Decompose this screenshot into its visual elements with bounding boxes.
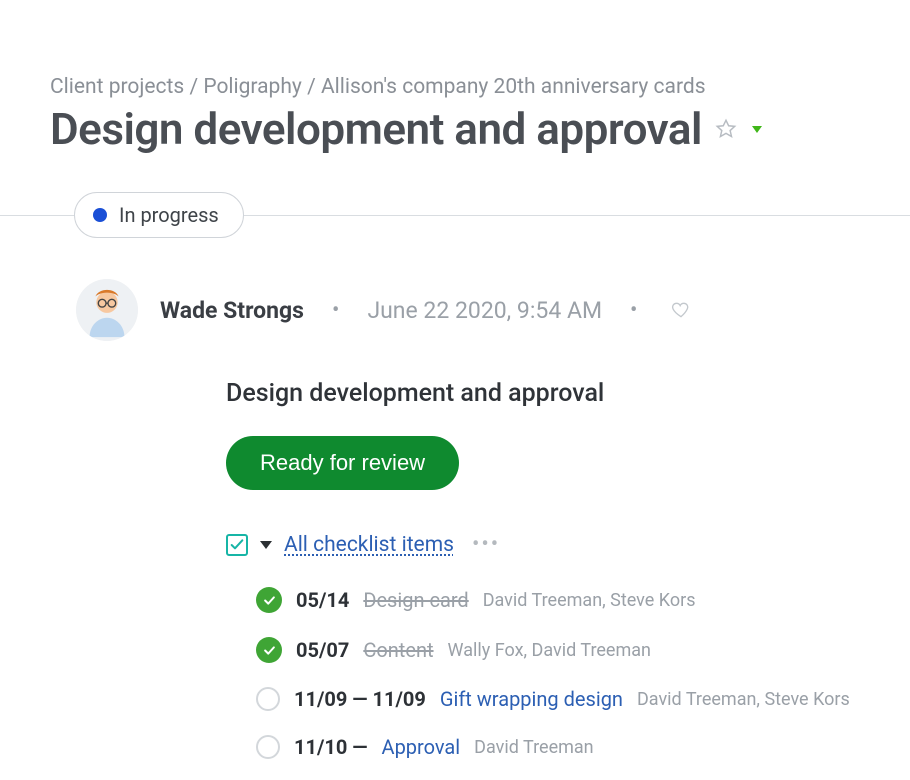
check-open-icon[interactable] [256,687,280,711]
title-dropdown-caret-icon[interactable] [752,126,762,133]
item-assignees: David Treeman, Steve Kors [637,689,850,710]
item-title[interactable]: Gift wrapping design [440,687,623,711]
item-title[interactable]: Content [363,638,433,662]
check-open-icon[interactable] [256,735,280,759]
post-body-title: Design development and approval [226,379,860,408]
checklist: 05/14 Design card David Treeman, Steve K… [256,575,860,771]
check-done-icon[interactable] [256,637,282,663]
status-pill[interactable]: In progress [74,192,244,238]
like-heart-icon[interactable] [671,300,691,320]
author-name[interactable]: Wade Strongs [160,297,304,324]
item-assignees: Wally Fox, David Treeman [448,640,651,661]
item-title[interactable]: Design card [363,588,468,612]
checklist-filter-link[interactable]: All checklist items [284,533,454,557]
status-dot-icon [93,208,107,222]
ready-for-review-button[interactable]: Ready for review [226,436,459,490]
separator-dot: • [326,298,345,323]
post-timestamp: June 22 2020, 9:54 AM [367,297,602,324]
checklist-item[interactable]: 05/14 Design card David Treeman, Steve K… [256,575,860,625]
item-title[interactable]: Approval [382,735,461,759]
item-assignees: David Treeman, Steve Kors [483,590,696,611]
item-date: 11/09 — 11/09 [294,687,426,711]
item-date: 11/10 — [294,735,368,759]
item-assignees: David Treeman [474,737,593,758]
item-date: 05/14 [296,588,349,612]
favorite-star-icon[interactable] [714,117,738,141]
checklist-toggle-icon[interactable] [226,534,248,556]
item-date: 05/07 [296,638,349,662]
checklist-more-icon[interactable]: ••• [472,532,500,557]
breadcrumb-sep: / [189,75,203,99]
checklist-item[interactable]: 11/09 — 11/09 Gift wrapping design David… [256,675,860,723]
status-label: In progress [119,203,219,227]
breadcrumb-sep: / [307,75,321,99]
check-done-icon[interactable] [256,587,282,613]
checklist-collapse-caret-icon[interactable] [260,541,272,549]
checklist-item[interactable]: 11/10 — Approval David Treeman [256,723,860,771]
checklist-item[interactable]: 05/07 Content Wally Fox, David Treeman [256,625,860,675]
author-avatar[interactable] [76,279,138,341]
breadcrumb-part-2[interactable]: Poligraphy [203,75,302,99]
breadcrumb-part-3[interactable]: Allison's company 20th anniversary cards [321,75,706,99]
page-title: Design development and approval [50,103,702,155]
breadcrumb-part-1[interactable]: Client projects [50,75,184,99]
breadcrumb[interactable]: Client projects / Poligraphy / Allison's… [50,75,860,99]
separator-dot: • [624,298,643,323]
